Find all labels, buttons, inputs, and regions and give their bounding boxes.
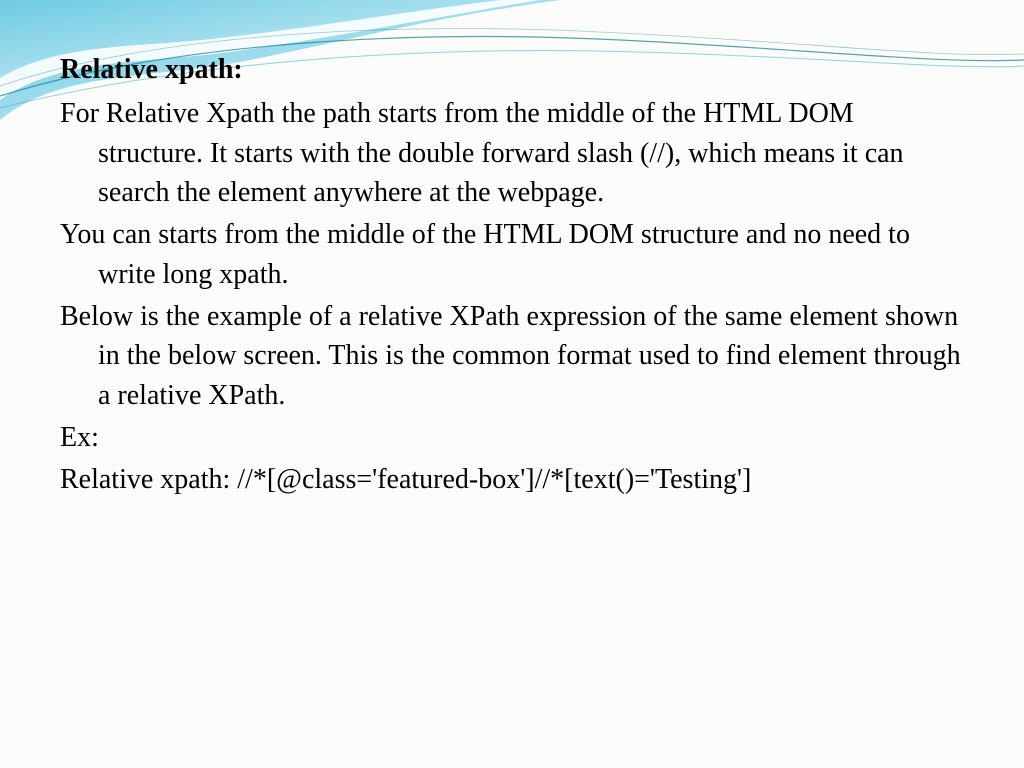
slide-title: Relative xpath:: [60, 50, 964, 90]
paragraph: Relative xpath: //*[@class='featured-box…: [60, 460, 964, 500]
paragraph: You can starts from the middle of the HT…: [60, 215, 964, 295]
paragraph: Below is the example of a relative XPath…: [60, 297, 964, 416]
paragraph: Ex:: [60, 418, 964, 458]
slide-body: Relative xpath: For Relative Xpath the p…: [0, 0, 1024, 539]
paragraph: For Relative Xpath the path starts from …: [60, 94, 964, 213]
